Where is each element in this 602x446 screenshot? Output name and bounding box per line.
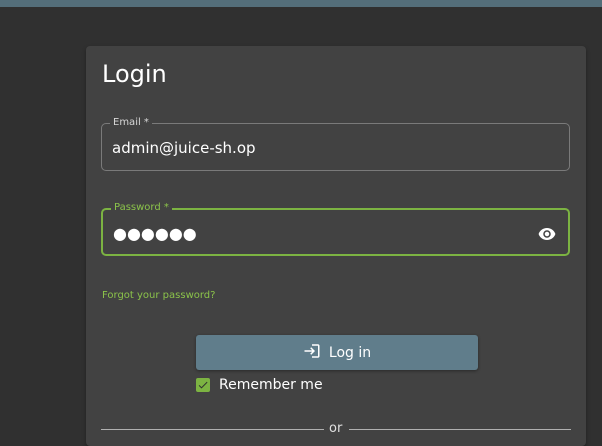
password-input[interactable]: ●●●●●●: [113, 224, 197, 243]
divider-right: [349, 429, 571, 430]
check-icon: [198, 381, 208, 389]
login-button-label: Log in: [328, 344, 372, 361]
forgot-password-link[interactable]: Forgot your password?: [102, 290, 215, 301]
password-label: Password *: [111, 202, 172, 214]
email-field[interactable]: Email * admin@juice-sh.op: [101, 117, 570, 171]
top-toolbar: [0, 0, 602, 7]
divider-left: [101, 429, 324, 430]
eye-icon[interactable]: [538, 226, 556, 240]
remember-me[interactable]: Remember me: [196, 377, 323, 393]
email-label: Email *: [110, 117, 152, 129]
login-icon: [303, 342, 329, 364]
login-button[interactable]: Log in: [196, 335, 478, 370]
remember-me-checkbox[interactable]: [196, 378, 210, 392]
password-field[interactable]: Password * ●●●●●●: [101, 202, 570, 256]
page-title: Login: [102, 60, 167, 88]
login-card: Login Email * admin@juice-sh.op Password…: [86, 46, 586, 446]
divider-text: or: [329, 421, 343, 436]
email-input[interactable]: admin@juice-sh.op: [112, 139, 256, 157]
remember-me-label: Remember me: [219, 377, 323, 393]
